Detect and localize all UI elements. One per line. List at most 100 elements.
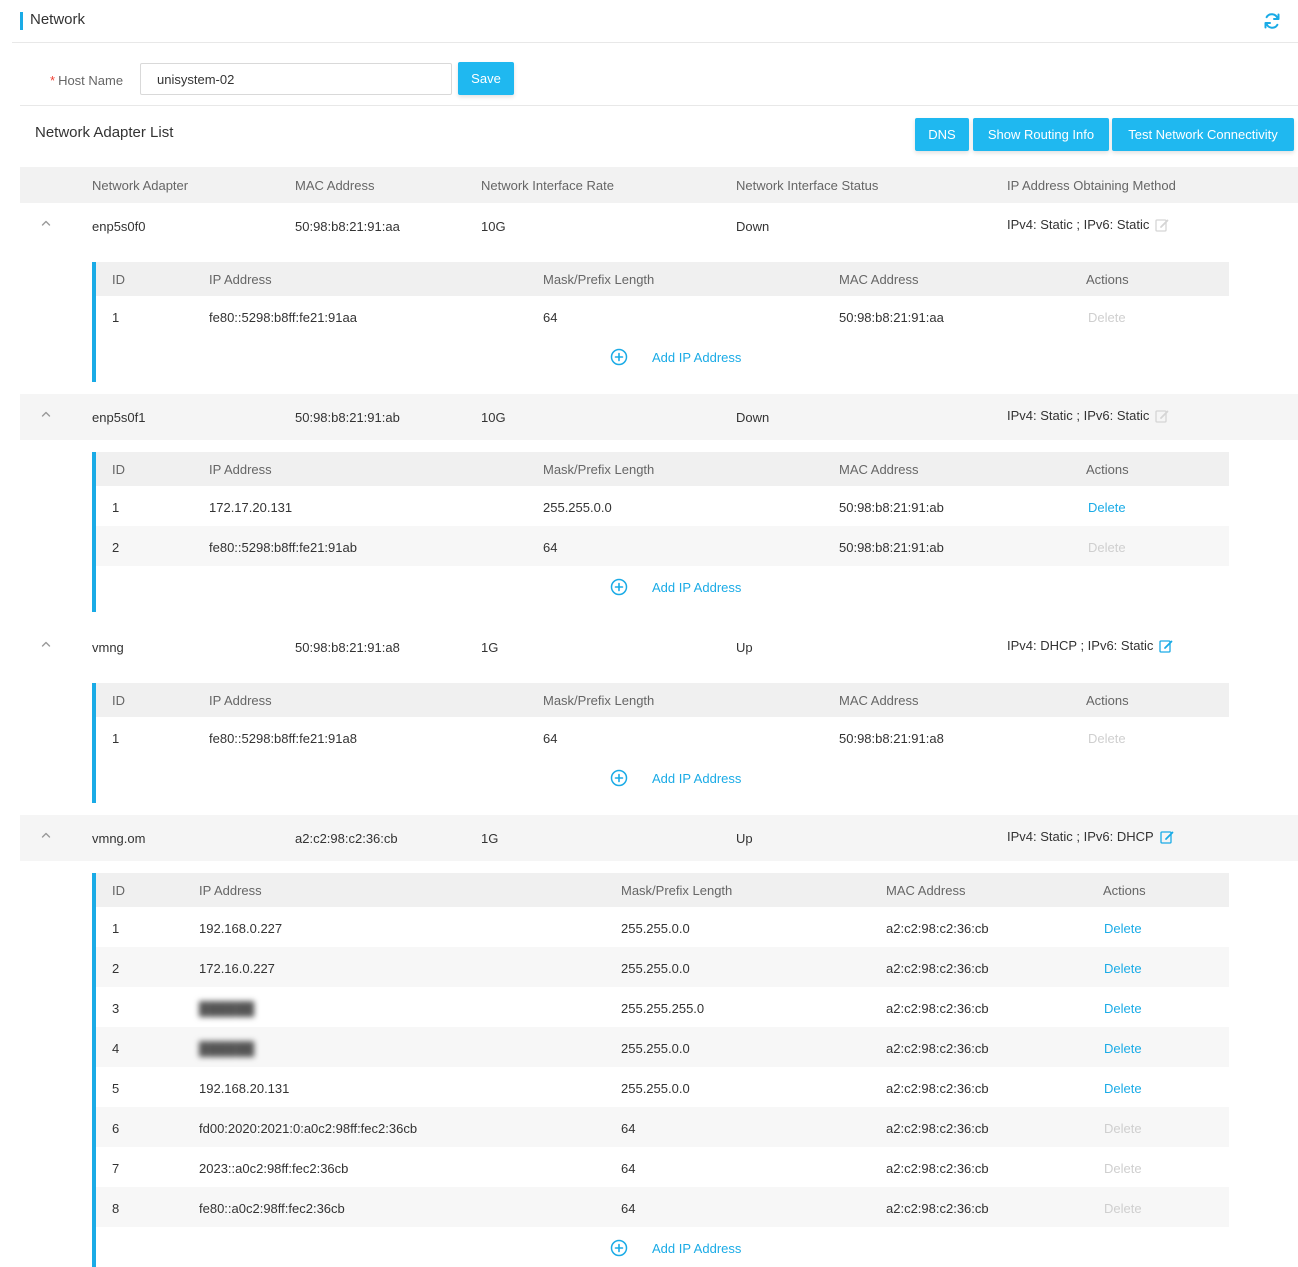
ip-id: 3	[112, 1001, 120, 1016]
table-row: 1 fe80::5298:b8ff:fe21:91aa 64 50:98:b8:21:…	[96, 296, 1229, 336]
table-row: 8 fe80::a0c2:98ff:fec2:36cb 64 a2:c2:98:c2:…	[96, 1187, 1229, 1227]
ip-mask: 64	[543, 540, 558, 555]
column-header-id: ID	[112, 883, 125, 898]
ip-address-table: ID IP Address Mask/Prefix Length MAC Addres…	[92, 262, 1229, 382]
add-circle-icon	[610, 348, 640, 366]
add-ip-address-button[interactable]: Add IP Address	[610, 348, 741, 366]
ip-id: 7	[112, 1161, 120, 1176]
collapse-chevron-icon[interactable]	[40, 638, 52, 650]
collapse-chevron-icon[interactable]	[40, 408, 52, 420]
delete-button[interactable]: Delete	[1104, 1001, 1142, 1016]
adapter-row: vmng 50:98:b8:21:91:a8 1G Up IPv4: DHCP ; IP…	[20, 624, 1298, 670]
save-button[interactable]: Save	[458, 62, 514, 95]
add-ip-address-button[interactable]: Add IP Address	[610, 1239, 741, 1257]
ip-id: 1	[112, 500, 120, 515]
ip-mac: a2:c2:98:c2:36:cb	[886, 1161, 989, 1176]
ip-id: 4	[112, 1041, 120, 1056]
column-header-mask: Mask/Prefix Length	[543, 693, 655, 708]
ip-id: 5	[112, 1081, 120, 1096]
ip-address: fe80::5298:b8ff:fe21:91aa	[209, 310, 357, 325]
column-header-id: ID	[112, 272, 125, 287]
add-ip-address-button[interactable]: Add IP Address	[610, 769, 741, 787]
adapter-status: Down	[736, 410, 770, 425]
table-row: 6 fd00:2020:2021:0:a0c2:98ff:fec2:36cb 64 a…	[96, 1107, 1229, 1147]
delete-button: Delete	[1104, 1161, 1142, 1176]
adapter-name: enp5s0f1	[92, 410, 146, 425]
ip-table-header: ID IP Address Mask/Prefix Length MAC Addres…	[96, 262, 1229, 296]
add-ip-row: Add IP Address	[96, 566, 1229, 612]
column-header-id: ID	[112, 693, 125, 708]
ip-mask: 255.255.255.0	[621, 1001, 705, 1016]
ip-mac: a2:c2:98:c2:36:cb	[886, 1081, 989, 1096]
ip-address-redacted: ██████	[199, 1001, 255, 1016]
ip-id: 1	[112, 731, 120, 746]
table-row: 1 192.168.0.227 255.255.0.0 a2:c2:98:c2:36:…	[96, 907, 1229, 947]
add-ip-row: Add IP Address	[96, 1227, 1229, 1267]
column-header-mask: Mask/Prefix Length	[543, 462, 655, 477]
ip-mask: 255.255.0.0	[621, 1081, 690, 1096]
edit-icon[interactable]	[1159, 639, 1173, 653]
adapter-mac: 50:98:b8:21:91:aa	[295, 219, 400, 234]
add-ip-address-button[interactable]: Add IP Address	[610, 578, 741, 596]
adapter-row: enp5s0f0 50:98:b8:21:91:aa 10G Down IPv4: St…	[20, 203, 1298, 249]
delete-button[interactable]: Delete	[1104, 921, 1142, 936]
host-name-label: * Host Name	[50, 73, 123, 88]
ip-mac: a2:c2:98:c2:36:cb	[886, 1201, 989, 1216]
adapter-list-title: Network Adapter List	[35, 124, 174, 141]
column-header-interface-status: Network Interface Status	[736, 178, 879, 193]
ip-mask: 64	[543, 310, 558, 325]
ip-mask: 255.255.0.0	[543, 500, 612, 515]
adapter-method: IPv4: Static ; IPv6: Static	[1007, 217, 1169, 232]
ip-id: 2	[112, 961, 120, 976]
delete-button[interactable]: Delete	[1104, 961, 1142, 976]
test-network-connectivity-button[interactable]: Test Network Connectivity	[1112, 118, 1294, 151]
show-routing-info-button[interactable]: Show Routing Info	[973, 118, 1109, 151]
adapter-name: vmng	[92, 640, 124, 655]
edit-icon[interactable]	[1160, 830, 1174, 844]
column-header-network-adapter: Network Adapter	[92, 178, 189, 193]
host-name-input[interactable]	[140, 63, 452, 95]
table-row: 3 ██████ 255.255.255.0 a2:c2:98:c2:36:cb Del…	[96, 987, 1229, 1027]
adapter-row: enp5s0f1 50:98:b8:21:91:ab 10G Down IPv4: St…	[20, 394, 1298, 440]
column-header-mask: Mask/Prefix Length	[543, 272, 655, 287]
column-header-actions: Actions	[1086, 462, 1129, 477]
ip-address: fe80::5298:b8ff:fe21:91ab	[209, 540, 357, 555]
edit-icon	[1155, 218, 1169, 232]
ip-mac: 50:98:b8:21:91:aa	[839, 310, 944, 325]
column-header-ip-address: IP Address	[209, 272, 272, 287]
ip-mask: 64	[621, 1121, 636, 1136]
delete-button[interactable]: Delete	[1104, 1041, 1142, 1056]
table-row: 5 192.168.20.131 255.255.0.0 a2:c2:98:c2:36…	[96, 1067, 1229, 1107]
ip-address: 172.17.20.131	[209, 500, 293, 515]
delete-button[interactable]: Delete	[1104, 1081, 1142, 1096]
refresh-icon[interactable]	[1262, 11, 1282, 31]
delete-button: Delete	[1104, 1201, 1142, 1216]
table-row: 1 fe80::5298:b8ff:fe21:91a8 64 50:98:b8:21:…	[96, 717, 1229, 757]
ip-mask: 255.255.0.0	[621, 921, 690, 936]
adapter-table-header: Network Adapter MAC Address Network Inte…	[20, 167, 1298, 203]
adapter-name: enp5s0f0	[92, 219, 146, 234]
ip-mask: 255.255.0.0	[621, 961, 690, 976]
column-header-ip-address: IP Address	[209, 462, 272, 477]
add-ip-row: Add IP Address	[96, 336, 1229, 382]
title-accent-bar	[20, 12, 23, 30]
table-row: 2 fe80::5298:b8ff:fe21:91ab 64 50:98:b8:21:…	[96, 526, 1229, 566]
ip-address: 172.16.0.227	[199, 961, 275, 976]
table-row: 7 2023::a0c2:98ff:fec2:36cb 64 a2:c2:98:c2:…	[96, 1147, 1229, 1187]
add-ip-row: Add IP Address	[96, 757, 1229, 803]
column-header-mac: MAC Address	[839, 462, 919, 477]
delete-button: Delete	[1088, 731, 1126, 746]
ip-address: 2023::a0c2:98ff:fec2:36cb	[199, 1161, 349, 1176]
adapter-row: vmng.om a2:c2:98:c2:36:cb 1G Up IPv4: Static…	[20, 815, 1298, 861]
ip-table-header: ID IP Address Mask/Prefix Length MAC Addres…	[96, 683, 1229, 717]
dns-button[interactable]: DNS	[915, 118, 969, 151]
host-name-row: *Host Name Save	[20, 58, 1298, 106]
ip-mac: 50:98:b8:21:91:ab	[839, 500, 944, 515]
collapse-chevron-icon[interactable]	[40, 217, 52, 229]
ip-address: 192.168.0.227	[199, 921, 283, 936]
delete-button[interactable]: Delete	[1088, 500, 1126, 515]
table-row: 4 ██████ 255.255.0.0 a2:c2:98:c2:36:cb Delet…	[96, 1027, 1229, 1067]
edit-icon	[1155, 409, 1169, 423]
collapse-chevron-icon[interactable]	[40, 829, 52, 841]
adapter-status: Up	[736, 640, 753, 655]
